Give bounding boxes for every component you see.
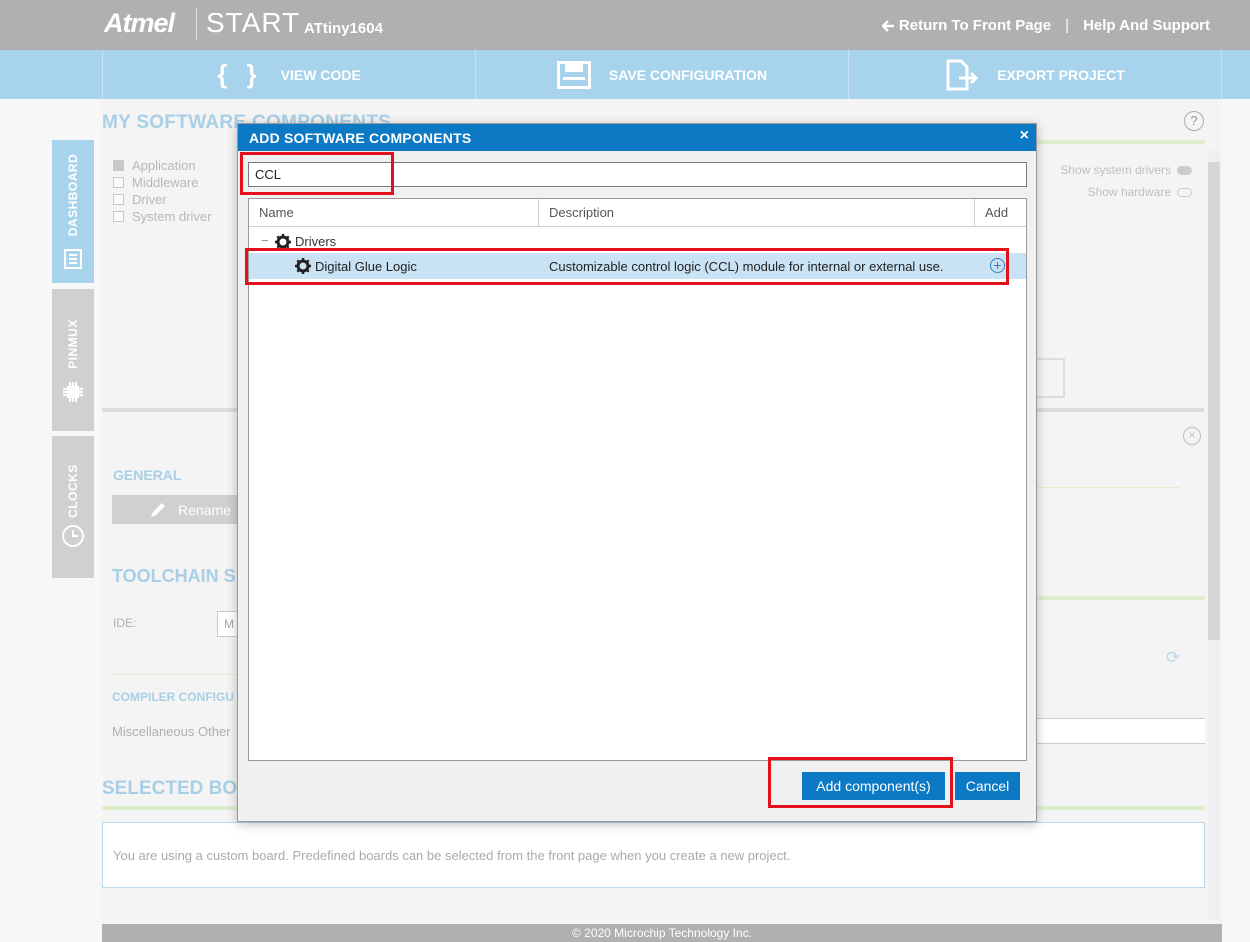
tab-dashboard-label: DASHBOARD — [66, 153, 80, 237]
toolchain-title: TOOLCHAIN S — [112, 566, 236, 586]
cancel-button[interactable]: Cancel — [955, 772, 1020, 800]
device-name: ATtiny1604 — [304, 20, 383, 37]
toolchain-rule — [1037, 596, 1205, 600]
column-header-name[interactable]: Name — [249, 199, 539, 227]
dialog-title: ADD SOFTWARE COMPONENTS — [249, 130, 472, 146]
atmel-logo: Atmel — [104, 8, 175, 38]
export-document-icon — [946, 59, 979, 90]
section-rule — [1037, 140, 1205, 144]
save-disk-icon — [556, 60, 591, 89]
view-code-button[interactable]: { } VIEW CODE — [103, 50, 476, 99]
tab-dashboard[interactable]: DASHBOARD — [52, 140, 94, 283]
component-description: Customizable control logic (CCL) module … — [549, 259, 944, 274]
main-toolbar: { } VIEW CODE SAVE CONFIGURATION EXPORT … — [0, 50, 1250, 99]
help-icon[interactable]: ? — [1184, 111, 1204, 131]
general-rule — [1037, 487, 1180, 488]
pencil-icon — [151, 502, 165, 517]
selected-board-title: SELECTED BOA — [102, 778, 251, 799]
gear-icon — [275, 234, 291, 250]
add-plus-icon[interactable]: + — [990, 258, 1005, 273]
dialog-header: ADD SOFTWARE COMPONENTS × — [238, 124, 1036, 151]
rename-button[interactable]: Rename — [112, 495, 238, 524]
rename-label: Rename — [178, 501, 231, 518]
footer: © 2020 Microchip Technology Inc. — [102, 924, 1222, 942]
column-header-description[interactable]: Description — [539, 199, 975, 227]
table-header: Name Description Add — [249, 199, 1026, 227]
misc-options-input[interactable] — [1037, 718, 1205, 744]
toggle-switch-icon — [1177, 188, 1192, 198]
add-software-components-dialog: ADD SOFTWARE COMPONENTS × Name Descripti… — [237, 123, 1037, 822]
column-header-add: Add — [985, 205, 1009, 220]
scrollbar-thumb[interactable] — [1208, 162, 1220, 640]
product-name: START — [206, 7, 301, 38]
refresh-icon[interactable]: ⟳ — [1166, 648, 1180, 668]
filter-driver[interactable]: Driver — [113, 191, 211, 208]
filter-label: Middleware — [132, 175, 199, 190]
component-config-button[interactable] — [1035, 358, 1065, 398]
component-type-filter: Application Middleware Driver System dri… — [113, 157, 211, 225]
compiler-rule — [112, 674, 238, 675]
close-icon[interactable]: × — [1020, 127, 1029, 145]
top-links: Return To Front Page | Help And Support — [881, 17, 1210, 34]
checkbox-icon — [113, 177, 124, 188]
component-search-input[interactable] — [248, 162, 1027, 187]
group-label: Drivers — [295, 234, 337, 249]
ide-select[interactable]: M — [217, 611, 239, 637]
table-row[interactable]: Digital Glue Logic Customizable control … — [249, 253, 1026, 279]
return-link-label: Return To Front Page — [898, 17, 1052, 34]
tree-group-drivers[interactable]: − Drivers — [249, 229, 1026, 253]
toggle-switch-icon — [1177, 166, 1192, 176]
component-name: Digital Glue Logic — [315, 259, 417, 274]
show-system-drivers-toggle[interactable]: Show system drivers — [1060, 159, 1192, 181]
clock-icon — [62, 525, 84, 547]
filter-system-driver[interactable]: System driver — [113, 208, 211, 225]
filter-application[interactable]: Application — [113, 157, 211, 174]
toolbar-buttons: { } VIEW CODE SAVE CONFIGURATION EXPORT … — [102, 50, 1222, 99]
chip-icon — [63, 382, 83, 402]
dashboard-icon — [64, 249, 82, 269]
view-toggles: Show system drivers Show hardware — [1060, 159, 1192, 203]
export-project-button[interactable]: EXPORT PROJECT — [849, 50, 1222, 99]
brand-divider — [196, 8, 197, 40]
toggle-label: Show hardware — [1087, 185, 1171, 199]
arrow-left-icon — [881, 19, 894, 32]
save-configuration-button[interactable]: SAVE CONFIGURATION — [476, 50, 849, 99]
filter-middleware[interactable]: Middleware — [113, 174, 211, 191]
checkbox-icon — [113, 160, 124, 171]
close-config-icon[interactable]: × — [1183, 427, 1201, 445]
tab-clocks-label: CLOCKS — [66, 464, 80, 518]
link-separator: | — [1065, 17, 1070, 34]
tab-pinmux-label: PINMUX — [66, 319, 80, 369]
misc-options-label: Miscellaneous Other — [112, 724, 231, 739]
tab-pinmux[interactable]: PINMUX — [52, 289, 94, 431]
collapse-icon[interactable]: − — [261, 233, 269, 248]
ide-label: IDE: — [113, 616, 137, 630]
top-header: Atmel START ATtiny1604 Return To Front P… — [0, 0, 1250, 50]
help-and-support-link[interactable]: Help And Support — [1083, 17, 1210, 34]
filter-label: Driver — [132, 192, 167, 207]
checkbox-icon — [113, 211, 124, 222]
view-code-label: VIEW CODE — [280, 66, 361, 83]
general-section-title: GENERAL — [113, 467, 182, 483]
tab-clocks[interactable]: CLOCKS — [52, 436, 94, 578]
compiler-config-title: COMPILER CONFIGU — [112, 690, 234, 704]
return-to-front-page-link[interactable]: Return To Front Page — [881, 17, 1052, 34]
show-hardware-toggle[interactable]: Show hardware — [1060, 181, 1192, 203]
gear-icon — [295, 258, 311, 274]
save-configuration-label: SAVE CONFIGURATION — [608, 66, 768, 83]
components-table: Name Description Add − Drivers Digital G… — [248, 198, 1027, 761]
code-braces-icon: { } — [217, 59, 263, 89]
checkbox-icon — [113, 194, 124, 205]
board-info-text: You are using a custom board. Predefined… — [113, 848, 791, 863]
export-project-label: EXPORT PROJECT — [997, 66, 1125, 83]
toggle-label: Show system drivers — [1060, 163, 1171, 177]
filter-label: Application — [132, 158, 196, 173]
filter-label: System driver — [132, 209, 212, 224]
add-components-button[interactable]: Add component(s) — [802, 772, 945, 800]
